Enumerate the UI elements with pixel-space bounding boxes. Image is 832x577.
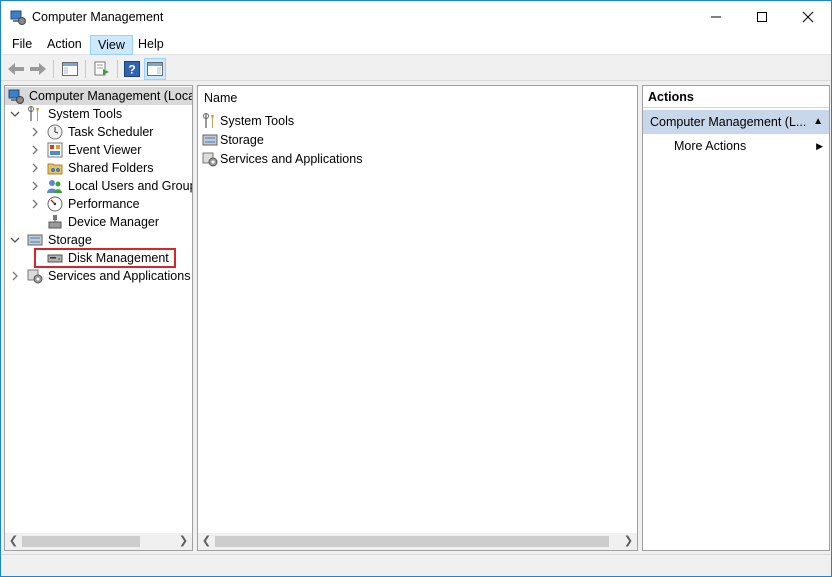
tree-item-device-manager[interactable]: Device Manager (5, 213, 192, 231)
scroll-right-arrow-icon[interactable]: ❯ (175, 533, 192, 550)
forward-arrow-icon[interactable] (27, 58, 49, 80)
more-actions-label: More Actions (674, 139, 747, 153)
show-hide-console-tree-icon[interactable] (59, 58, 81, 80)
collapse-arrow-icon[interactable]: ▲ (813, 110, 823, 134)
list-item-label: Storage (220, 133, 264, 147)
actions-title: Actions (643, 86, 829, 108)
tree-item-storage[interactable]: Storage (5, 231, 192, 249)
tree-item-local-users-groups[interactable]: Local Users and Groups (5, 177, 192, 195)
minimize-button[interactable] (693, 1, 739, 33)
chevron-right-icon[interactable] (30, 177, 40, 195)
menu-action[interactable]: Action (40, 35, 89, 55)
tree-label: Services and Applications (48, 269, 191, 283)
maximize-button[interactable] (739, 1, 785, 33)
scroll-right-arrow-icon[interactable]: ❯ (620, 533, 637, 550)
details-horizontal-scrollbar[interactable]: ❮ ❯ (198, 533, 637, 550)
close-button[interactable] (785, 1, 831, 33)
chevron-down-icon[interactable] (10, 231, 20, 249)
show-hide-action-pane-icon[interactable] (144, 58, 166, 80)
tree-horizontal-scrollbar[interactable]: ❮ ❯ (5, 533, 192, 550)
column-header-name[interactable]: Name (198, 86, 637, 110)
submenu-arrow-icon: ▶ (816, 141, 823, 151)
export-list-icon[interactable] (91, 58, 113, 80)
details-pane[interactable]: Name System Tools Storage Services and A… (197, 85, 638, 551)
tree-label: Storage (48, 233, 92, 247)
tree-item-performance[interactable]: Performance (5, 195, 192, 213)
menu-file[interactable]: File (5, 35, 39, 55)
tree-label: System Tools (48, 107, 123, 121)
chevron-right-icon[interactable] (30, 195, 40, 213)
users-icon (47, 178, 63, 194)
clock-icon (47, 124, 63, 140)
chevron-right-icon[interactable] (30, 123, 40, 141)
tree-label: Device Manager (68, 215, 160, 229)
menu-bar: File Action View Help (1, 33, 831, 55)
chevron-right-icon[interactable] (30, 159, 40, 177)
services-icon (27, 268, 43, 284)
status-bar (1, 554, 831, 576)
event-viewer-icon (47, 142, 63, 158)
storage-icon (27, 232, 43, 248)
svg-text:?: ? (128, 63, 135, 77)
performance-icon (47, 196, 63, 212)
device-manager-icon (47, 214, 63, 230)
tree-item-system-tools[interactable]: System Tools (5, 105, 192, 123)
chevron-down-icon[interactable] (10, 105, 20, 123)
tree-label: Local Users and Groups (68, 179, 193, 193)
disk-management-highlight (34, 248, 176, 268)
actions-group-label: Computer Management (L... (650, 115, 807, 129)
system-tools-icon (202, 113, 218, 129)
shared-folder-icon (47, 160, 63, 176)
computer-management-window: Computer Management File Action View Hel… (0, 0, 832, 577)
scroll-left-arrow-icon[interactable]: ❮ (5, 533, 22, 550)
tree-item-event-viewer[interactable]: Event Viewer (5, 141, 192, 159)
window-title: Computer Management (32, 10, 164, 24)
list-item-label: System Tools (220, 114, 295, 128)
scroll-left-arrow-icon[interactable]: ❮ (198, 533, 215, 550)
menu-help[interactable]: Help (131, 35, 171, 55)
tree-item-shared-folders[interactable]: Shared Folders (5, 159, 192, 177)
scrollbar-thumb[interactable] (215, 536, 609, 547)
actions-pane: Actions Computer Management (L... ▲ More… (642, 85, 830, 551)
chevron-right-icon[interactable] (10, 267, 20, 285)
storage-icon (202, 132, 218, 148)
title-bar[interactable]: Computer Management (1, 1, 831, 33)
tree-label: Performance (68, 197, 140, 211)
tree-item-task-scheduler[interactable]: Task Scheduler (5, 123, 192, 141)
back-arrow-icon[interactable] (5, 58, 27, 80)
more-actions-item[interactable]: More Actions ▶ (674, 136, 829, 156)
tree-label: Shared Folders (68, 161, 154, 175)
tree-item-services-applications[interactable]: Services and Applications (5, 267, 192, 285)
tree-label: Task Scheduler (68, 125, 154, 139)
system-tools-icon (27, 106, 43, 122)
actions-group-header[interactable]: Computer Management (L... ▲ (643, 110, 829, 134)
list-item-label: Services and Applications (220, 152, 363, 166)
scrollbar-thumb[interactable] (22, 536, 140, 547)
menu-view[interactable]: View (90, 35, 133, 55)
tree-label: Computer Management (Local (29, 89, 193, 103)
services-icon (202, 151, 218, 167)
tree-label: Event Viewer (68, 143, 142, 157)
chevron-right-icon[interactable] (30, 141, 40, 159)
toolbar: ? (1, 56, 831, 81)
console-tree-pane[interactable]: Computer Management (Local System Tools … (4, 85, 193, 551)
computer-management-icon (8, 88, 24, 104)
tree-item-computer-management[interactable]: Computer Management (Local (5, 87, 192, 105)
help-icon[interactable]: ? (121, 58, 143, 80)
computer-management-icon (10, 9, 26, 25)
